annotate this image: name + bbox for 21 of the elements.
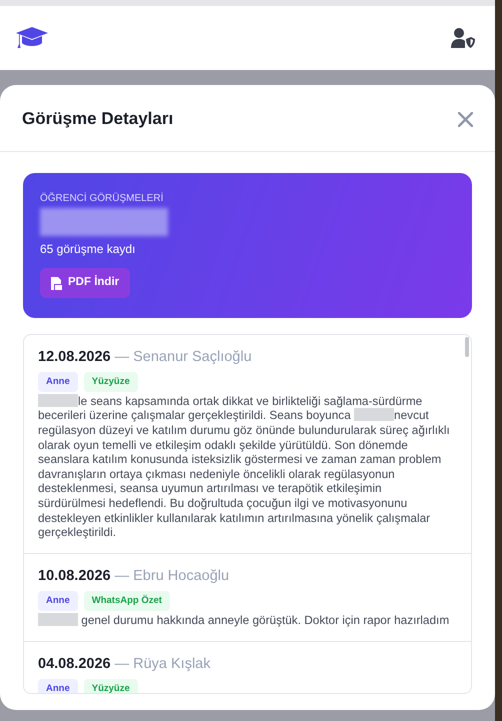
entry-heading: 04.08.2026 — Rüya Kışlak	[38, 654, 212, 674]
tag: WhatsApp Özet	[84, 590, 170, 612]
scrollbar-track[interactable]	[495, 0, 502, 721]
graduation-cap-icon[interactable]	[16, 27, 48, 49]
note-text: le seans kapsamında ortak dikkat ve birlikteliği sağlama-sürdürme becerileri üzerine çalışmalar gerçekleştirildi. Seans boyunca nevcut regülasyon düzeyi ve katılım durumu göz önünde bulundurularak süreç ağırlıklı olarak oyun temelli ve etkileşim odaklı şekilde yürütüldü. Son dönemde seanslara katılım konusunda isteksizlik göstermesi ve zaman zaman problem davranışların ortaya çıkması nedeniyle öncelikli olarak regülasyonun desteklenmesi, seansa uyumun artırılması ve terapötik etkileşimin sürdürülmesi hedeflendi. Bu doğrultuda çocuğun ilgi ve motivasyonunu destekleyen etkinlikler kullanılarak katılımın artırılmasına yönelik çalışmalar gerçekleştirildi.	[38, 394, 451, 540]
record-count: 65 görüşme kaydı	[40, 241, 136, 258]
close-icon[interactable]	[458, 112, 473, 127]
section-label: ÖĞRENCİ GÖRÜŞMELERİ	[40, 191, 164, 206]
tag: Yüzyüze	[84, 372, 138, 392]
note-text: genel durumu hakkında anneyle görüştük. Doktor için rapor hazırladım	[38, 613, 451, 628]
entry-heading: 10.08.2026 — Ebru Hocaoğlu	[38, 566, 230, 586]
user-shield-icon[interactable]	[451, 28, 475, 48]
pdf-download-button[interactable]: PDF İndir	[40, 268, 130, 298]
scrollbar-thumb[interactable]	[465, 336, 469, 357]
entry-heading: 12.08.2026 — Senanur Saçlıoğlu	[38, 348, 253, 367]
modal-title: Görüşme Detayları	[22, 109, 174, 130]
tag: Anne	[38, 372, 78, 392]
tag: Anne	[38, 590, 78, 612]
tag: Yüzyüze	[84, 678, 138, 693]
tag: Anne	[38, 678, 78, 693]
file-icon	[51, 276, 62, 290]
